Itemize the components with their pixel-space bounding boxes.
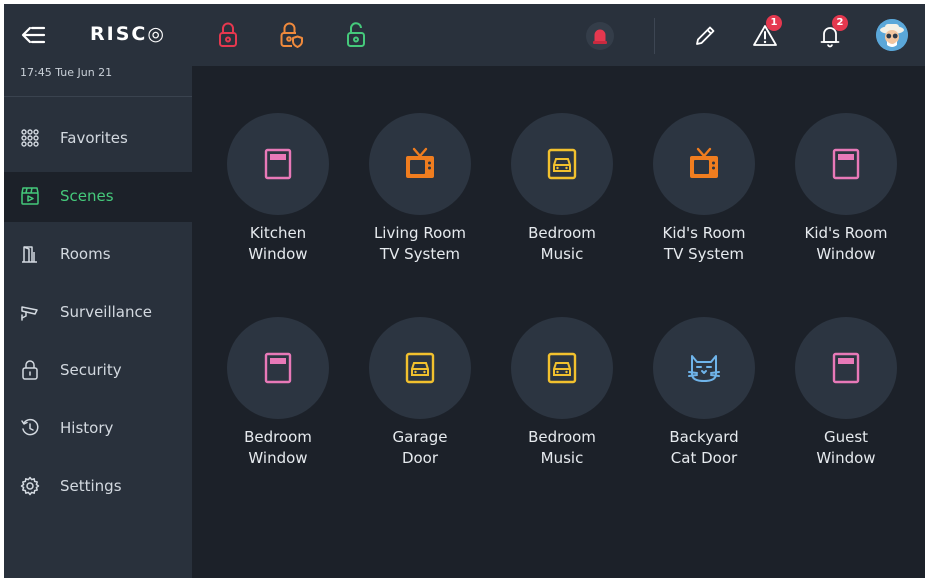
sidebar-item-label: Scenes (60, 187, 114, 205)
lock-open-icon[interactable] (344, 21, 370, 49)
sidebar-item-scenes[interactable]: Scenes (4, 172, 192, 222)
scene-tile[interactable]: Guest Window (776, 317, 916, 487)
scene-tile[interactable]: Bedroom Window (208, 317, 348, 487)
tv-icon (686, 146, 722, 182)
sidebar-item-security[interactable]: Security (4, 346, 192, 396)
garage-icon (544, 350, 580, 386)
history-icon (20, 418, 40, 438)
scene-circle (653, 317, 755, 419)
user-avatar[interactable] (876, 19, 908, 51)
scene-label: Bedroom Music (528, 224, 596, 263)
sidebar-item-surveillance[interactable]: Surveillance (4, 288, 192, 338)
sidebar-item-rooms[interactable]: Rooms (4, 230, 192, 280)
scene-tile[interactable]: Bedroom Music (492, 317, 632, 487)
scene-label: Kitchen Window (248, 224, 308, 263)
garage-icon (544, 146, 580, 182)
scene-label: Bedroom Music (528, 428, 596, 467)
scene-label: Living Room TV System (373, 224, 467, 263)
window-icon (828, 146, 864, 182)
scene-label: Kid's Room TV System (662, 224, 746, 263)
grid-icon (20, 128, 40, 148)
sidebar-item-history[interactable]: History (4, 404, 192, 454)
scene-circle (369, 113, 471, 215)
edit-icon[interactable] (692, 21, 718, 49)
tv-icon (402, 146, 438, 182)
risco-logo: RISC◎ (90, 23, 166, 45)
door-icon (20, 244, 40, 264)
sidebar-item-label: Surveillance (60, 303, 152, 321)
scene-tile[interactable]: Kitchen Window (208, 113, 348, 283)
sidebar-item-label: Rooms (60, 245, 111, 263)
scene-tile[interactable]: Kid's Room Window (776, 113, 916, 283)
lock-icon (20, 360, 40, 380)
alarm-button[interactable] (586, 22, 614, 50)
sidebar-item-label: History (60, 419, 114, 437)
scene-tile[interactable]: Living Room TV System (350, 113, 490, 283)
lock-partial-icon[interactable] (278, 21, 304, 49)
window-icon (260, 350, 296, 386)
warning-icon[interactable]: 1 (752, 15, 784, 49)
datetime: 17:45 Tue Jun 21 (20, 66, 113, 79)
app-window: RISC◎ 17:45 Tue Jun 21 Favorites Scenes … (4, 4, 925, 578)
bell-icon[interactable]: 2 (818, 15, 850, 49)
scene-label: Kid's Room Window (804, 224, 888, 263)
window-icon (260, 146, 296, 182)
top-bar: 1 2 (192, 4, 925, 66)
scene-circle (511, 113, 613, 215)
sidebar: RISC◎ 17:45 Tue Jun 21 Favorites Scenes … (4, 4, 192, 578)
warning-count-badge: 1 (766, 15, 782, 31)
scene-tile[interactable]: Garage Door (350, 317, 490, 487)
garage-icon (402, 350, 438, 386)
scene-circle (369, 317, 471, 419)
cat-icon (686, 350, 722, 386)
scene-circle (795, 113, 897, 215)
notification-count-badge: 2 (832, 15, 848, 31)
scene-circle (227, 317, 329, 419)
scene-circle (227, 113, 329, 215)
camera-icon (20, 302, 40, 322)
sidebar-item-label: Security (60, 361, 122, 379)
scene-label: Guest Window (816, 428, 876, 467)
sidebar-item-favorites[interactable]: Favorites (4, 114, 192, 164)
scene-label: Backyard Cat Door (669, 428, 739, 467)
sidebar-item-settings[interactable]: Settings (4, 462, 192, 512)
sidebar-item-label: Settings (60, 477, 122, 495)
topbar-divider (654, 18, 655, 54)
gear-icon (20, 476, 40, 496)
scene-tile[interactable]: Kid's Room TV System (634, 113, 774, 283)
lock-closed-icon[interactable] (216, 21, 242, 49)
window-icon (828, 350, 864, 386)
scene-tile[interactable]: Bedroom Music (492, 113, 632, 283)
scene-label: Garage Door (392, 428, 448, 467)
scene-circle (653, 113, 755, 215)
back-arrow-icon[interactable] (20, 24, 46, 46)
scene-circle (795, 317, 897, 419)
scene-label: Bedroom Window (244, 428, 312, 467)
clapperboard-icon (20, 186, 40, 206)
scene-tile[interactable]: Backyard Cat Door (634, 317, 774, 487)
brand-header: RISC◎ 17:45 Tue Jun 21 (4, 4, 192, 97)
sidebar-item-label: Favorites (60, 129, 128, 147)
scene-circle (511, 317, 613, 419)
